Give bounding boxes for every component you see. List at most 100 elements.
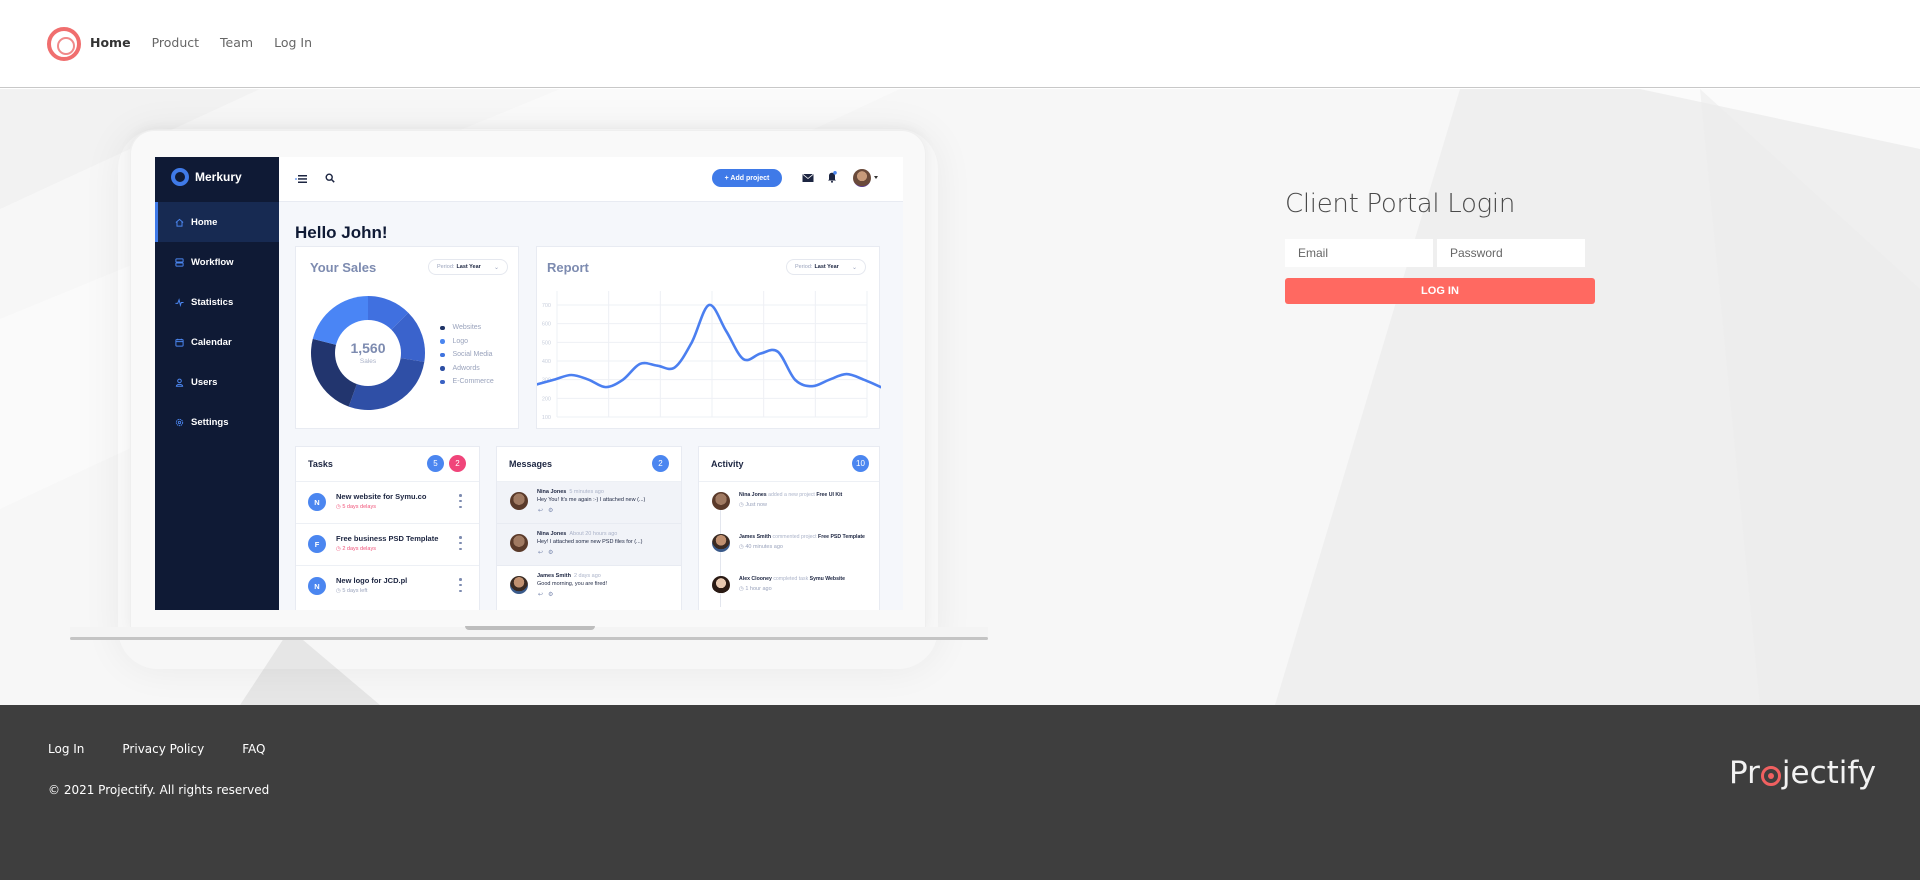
brand-ring-icon	[171, 168, 189, 186]
mockup-nav-settings[interactable]: Settings	[155, 402, 279, 442]
more-options-icon[interactable]	[459, 494, 462, 508]
footer-brand-logo[interactable]: Pr jectify	[1729, 755, 1876, 791]
activity-text: Nina Jones added a new project Free UI K…	[739, 492, 843, 498]
logo-icon[interactable]	[47, 27, 81, 61]
task-meta: ◷ 5 days left	[336, 588, 368, 594]
hero-section: Merkury Home Workflow Statistics Calenda…	[0, 89, 1920, 705]
donut-total-label: Sales	[360, 358, 377, 365]
task-meta: ◷ 2 days delays	[336, 546, 376, 552]
message-item[interactable]: Nina Jones About 20 hours ago Hey! I atta…	[497, 524, 681, 566]
mockup-nav-label: Statistics	[191, 296, 234, 308]
mockup-nav-users[interactable]: Users	[155, 362, 279, 402]
message-item[interactable]: James Smith 2 days ago Good morning, you …	[497, 566, 681, 608]
login-fields	[1285, 239, 1585, 267]
mockup-nav-workflow[interactable]: Workflow	[155, 242, 279, 282]
activity-item[interactable]: James Smith commented project Free PSD T…	[699, 524, 879, 566]
nav-team[interactable]: Team	[220, 35, 253, 50]
login-button[interactable]: LOG IN	[1285, 278, 1595, 304]
nav-product[interactable]: Product	[152, 35, 199, 50]
menu-collapse-icon[interactable]	[295, 174, 307, 184]
period-value: Last Year	[814, 264, 839, 270]
gear-icon[interactable]: ⚙	[548, 549, 553, 556]
nav-home[interactable]: Home	[90, 35, 131, 50]
message-time: About 20 hours ago	[569, 531, 618, 537]
message-item[interactable]: Nina Jones 5 minutes ago Hey You! It's me…	[497, 482, 681, 524]
caret-down-icon[interactable]	[874, 176, 878, 179]
legend-item: Adwords	[440, 362, 494, 376]
mockup-nav: Home Workflow Statistics Calendar Users	[155, 202, 279, 442]
mockup-nav-home[interactable]: Home	[155, 202, 279, 242]
report-period-select[interactable]: Period: Last Year ⌄	[786, 259, 866, 275]
mockup-nav-label: Settings	[191, 416, 229, 428]
legend-item: Social Media	[440, 348, 494, 362]
legend-label: Websites	[452, 324, 482, 332]
footer-link-faq[interactable]: FAQ	[242, 742, 265, 756]
user-avatar[interactable]	[853, 169, 871, 187]
mockup-nav-calendar[interactable]: Calendar	[155, 322, 279, 362]
mockup-sidebar: Merkury Home Workflow Statistics Calenda…	[155, 157, 279, 610]
email-input[interactable]	[1285, 239, 1433, 267]
y-tick-label: 400	[542, 359, 551, 365]
tasks-late-badge: 2	[449, 455, 466, 472]
period-value: Last Year	[456, 264, 481, 270]
activity-card: Activity 10 Nina Jones added a new proje…	[698, 446, 880, 610]
footer-links: Log In Privacy Policy FAQ	[48, 742, 303, 756]
tasks-count-badge: 5	[427, 455, 444, 472]
login-title: Client Portal Login	[1285, 189, 1516, 219]
password-input[interactable]	[1437, 239, 1585, 267]
report-card: Report Period: Last Year ⌄ 100 200 300 400 5…	[536, 246, 881, 429]
task-item[interactable]: F Free business PSD Template ◷ 2 days de…	[296, 524, 479, 566]
legend-label: Logo	[452, 337, 469, 345]
y-tick-label: 700	[542, 303, 551, 309]
mockup-nav-statistics[interactable]: Statistics	[155, 282, 279, 322]
mail-icon[interactable]	[802, 173, 814, 183]
mockup-nav-label: Users	[191, 376, 218, 388]
more-options-icon[interactable]	[459, 578, 462, 592]
reply-icon[interactable]: ↩	[538, 549, 543, 556]
task-avatar: F	[308, 535, 326, 553]
layers-icon	[175, 257, 184, 267]
legend-dot	[440, 339, 445, 344]
main-nav: Home Product Team Log In	[90, 35, 333, 50]
gear-icon[interactable]: ⚙	[548, 591, 553, 598]
sales-donut-chart: 1,560 Sales	[311, 296, 425, 410]
legend-dot	[440, 325, 445, 330]
activity-avatar	[712, 534, 730, 552]
activity-item[interactable]: Nina Jones added a new project Free UI K…	[699, 482, 879, 524]
y-tick-label: 600	[542, 322, 551, 328]
activity-avatar	[712, 492, 730, 510]
legend-dot	[440, 352, 445, 357]
legend-label: Social Media	[452, 351, 493, 359]
copyright-text: © 2021 Projectify. All rights reserved	[48, 783, 270, 797]
greeting-heading: Hello John!	[295, 223, 388, 242]
nav-login[interactable]: Log In	[274, 35, 312, 50]
activity-time: ◷ 40 minutes ago	[739, 544, 783, 550]
sales-period-select[interactable]: Period: Last Year ⌄	[428, 259, 508, 275]
report-card-title: Report	[547, 260, 589, 275]
home-icon	[175, 218, 184, 227]
message-actions: ↩ ⚙	[538, 591, 553, 598]
search-icon[interactable]	[325, 173, 335, 183]
reply-icon[interactable]: ↩	[538, 507, 543, 514]
task-title: New logo for JCD.pl	[336, 576, 408, 585]
reply-icon[interactable]: ↩	[538, 591, 543, 598]
report-series-line	[537, 303, 881, 389]
gear-icon[interactable]: ⚙	[548, 507, 553, 514]
brand-name: Merkury	[195, 170, 242, 184]
period-label: Period:	[795, 264, 813, 270]
sales-card: Your Sales Period: Last Year ⌄ 1,560 Sal…	[295, 246, 519, 429]
task-item[interactable]: N New logo for JCD.pl ◷ 5 days left	[296, 566, 479, 608]
sales-legend: Websites Logo Social Media Adwords E-Com…	[440, 321, 494, 389]
footer-link-privacy[interactable]: Privacy Policy	[122, 742, 204, 756]
activity-title: Activity	[711, 459, 744, 469]
task-item[interactable]: N New website for Symu.co ◷ 5 days delay…	[296, 482, 479, 524]
bell-icon[interactable]	[827, 171, 837, 183]
mockup-nav-label: Home	[191, 216, 218, 228]
activity-item[interactable]: Alex Clooney completed task Symu Website…	[699, 566, 879, 608]
mockup-nav-label: Workflow	[191, 256, 234, 268]
more-options-icon[interactable]	[459, 536, 462, 550]
footer-link-login[interactable]: Log In	[48, 742, 84, 756]
brand-suffix: jectify	[1781, 755, 1877, 791]
tasks-title: Tasks	[308, 459, 333, 469]
add-project-button[interactable]: + Add project	[712, 169, 782, 187]
